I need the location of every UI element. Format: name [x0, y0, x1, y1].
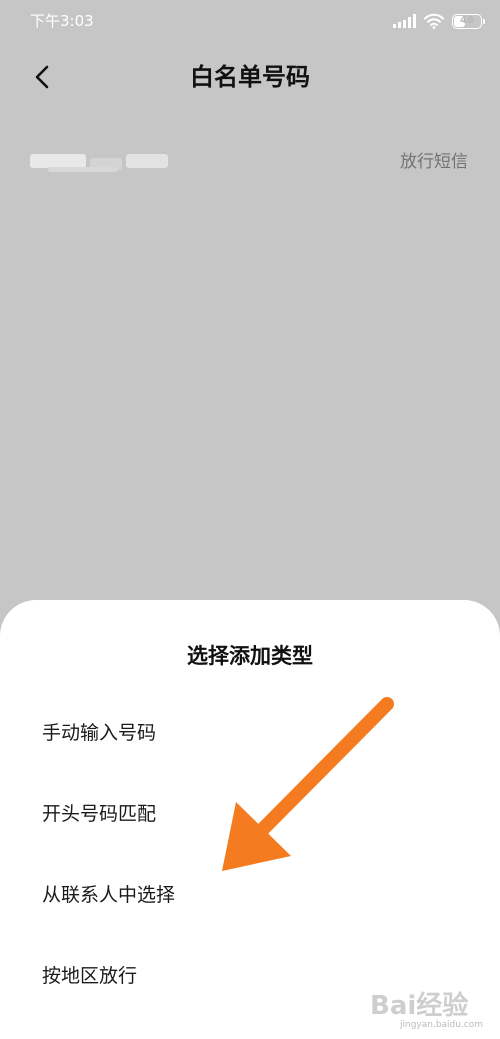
blurred-phone-number — [30, 153, 168, 172]
whitelist-entry[interactable]: 放行短信 — [0, 140, 500, 184]
option-manual-input[interactable]: 手动输入号码 — [0, 698, 500, 768]
watermark-url: jingyan.baidu.com — [400, 1020, 484, 1030]
option-label: 开头号码匹配 — [42, 803, 157, 825]
wifi-icon — [424, 13, 444, 29]
battery-icon: 46 — [452, 13, 485, 29]
battery-level: 46 — [460, 14, 474, 26]
signal-icon — [393, 14, 416, 28]
page-title: 白名单号码 — [190, 63, 310, 91]
status-icons: 46 — [393, 10, 485, 32]
entry-status: 放行短信 — [400, 152, 468, 172]
status-bar: 下午3:03 46 — [0, 0, 500, 42]
option-label: 从联系人中选择 — [42, 884, 176, 906]
status-time: 下午3:03 — [30, 12, 94, 30]
option-label: 按地区放行 — [42, 965, 138, 987]
option-from-contacts[interactable]: 从联系人中选择 — [0, 860, 500, 930]
option-prefix-match[interactable]: 开头号码匹配 — [0, 779, 500, 849]
add-type-sheet: 选择添加类型 手动输入号码 开头号码匹配 从联系人中选择 按地区放行 — [0, 600, 500, 1039]
watermark-text: Bai经验 — [370, 991, 469, 1021]
header: 白名单号码 — [0, 52, 500, 102]
baidu-watermark: Bai经验 jingyan.baidu.com — [370, 989, 490, 1033]
option-label: 手动输入号码 — [42, 722, 157, 744]
sheet-title: 选择添加类型 — [187, 644, 313, 668]
